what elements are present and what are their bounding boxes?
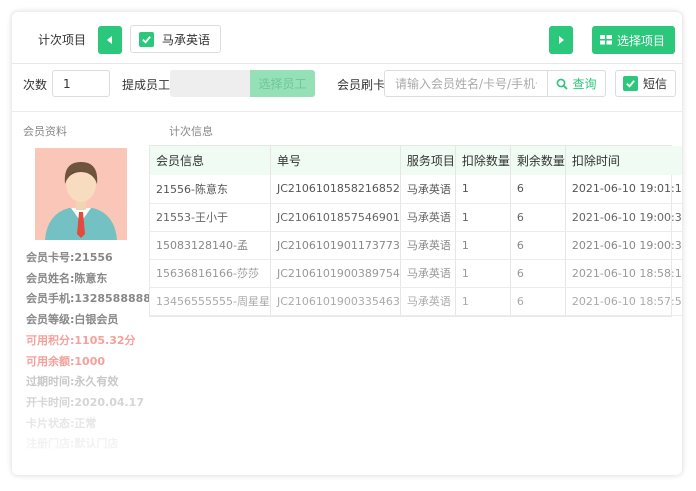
table-row[interactable]: 15083128140-孟 JC2106101901173773 马承英语 1 6 202… [150, 231, 682, 260]
employee-label: 提成员工 [122, 78, 171, 92]
table-cell: 2021-06-10 18:58:19 [565, 259, 682, 288]
query-label: 查询 [572, 77, 597, 91]
count-table: 会员信息 单号 服务项目 扣除数量 剩余数量 扣除时间 21556-陈意东 JC210610… [149, 145, 682, 317]
member-detail-line: 会员等级:白银会员 [26, 313, 119, 327]
table-cell: 2021-06-10 19:00:30 [565, 231, 682, 260]
member-detail-line: 会员手机:13285888885 [26, 292, 159, 306]
member-detail-line: 可用积分:1105.32分 [26, 333, 136, 347]
member-detail-line: 注册门店:默认门店 [26, 437, 119, 451]
table-cell: 6 [510, 203, 566, 232]
table-cell: 21556-陈意东 [150, 175, 271, 204]
table-cell: 6 [510, 287, 566, 316]
table-cell: 1 [455, 231, 511, 260]
table-cell: 2021-06-10 19:00:36 [565, 203, 682, 232]
member-detail-line: 过期时间:永久有效 [26, 375, 119, 389]
grid-icon [600, 35, 612, 45]
count-input[interactable] [52, 70, 110, 97]
member-detail-line: 会员姓名:陈意东 [26, 271, 108, 285]
select-project-button[interactable]: 选择项目 [592, 26, 676, 54]
table-cell: 15083128140-孟 [150, 231, 271, 260]
prev-button[interactable] [98, 26, 122, 54]
table-cell: JC2106101857546901 [270, 203, 401, 232]
table-cell: 6 [510, 231, 566, 260]
table-row[interactable]: 13456555555-周星星 JC2106101900335463 马承英语 1 6 2… [150, 287, 682, 316]
table-cell: 1 [455, 175, 511, 204]
column-header[interactable]: 服务项目 [400, 146, 456, 175]
filter-divider [12, 111, 682, 112]
member-search-input[interactable] [384, 70, 548, 97]
table-header-row: 会员信息 单号 服务项目 扣除数量 剩余数量 扣除时间 [150, 146, 682, 175]
table-row[interactable]: 15636816166-莎莎 JC2106101900389754 马承英语 1 6 20… [150, 259, 682, 288]
column-header[interactable]: 剩余数量 [510, 146, 566, 175]
count-deduct-panel: 计次项目 马承英语 选择项目 次数 提成员工 选择员工 会员刷卡 查询 [12, 12, 682, 475]
member-panel: 会员卡号:21556 会员姓名:陈意东会员手机:13285888885 会员等级:白… [20, 145, 159, 465]
table-cell: 2021-06-10 18:57:51 [565, 287, 682, 316]
table-cell: 13456555555-周星星 [150, 287, 271, 316]
sms-label: 短信 [643, 77, 668, 91]
project-chip[interactable]: 马承英语 [130, 25, 222, 53]
member-card-label: 会员刷卡 [337, 78, 386, 92]
caret-left-icon [107, 36, 112, 44]
table-cell: 6 [510, 175, 566, 204]
column-header[interactable]: 单号 [270, 146, 401, 175]
table-cell: 6 [510, 259, 566, 288]
table-cell: JC2106101900389754 [270, 259, 401, 288]
table-cell: 马承英语 [400, 287, 456, 316]
project-chip-label: 马承英语 [162, 32, 211, 47]
sms-checkbox-icon[interactable] [623, 76, 638, 91]
checkbox-checked-icon[interactable] [139, 31, 154, 47]
member-detail-line: 开卡时间:2020.04.17 [26, 395, 144, 409]
member-detail-line: 卡片状态:正常 [26, 416, 97, 430]
table-row[interactable]: 21553-王小于 JC2106101857546901 马承英语 1 6 2021-06… [150, 203, 682, 232]
count-label: 次数 [23, 78, 48, 92]
member-details: 会员卡号:21556 会员姓名:陈意东会员手机:13285888885 会员等级:白… [26, 248, 159, 455]
table-cell: 1 [455, 287, 511, 316]
member-detail-line: 会员卡号:21556 [26, 251, 113, 264]
member-info-title: 会员资料 [23, 125, 67, 138]
table-cell: 马承英语 [400, 203, 456, 232]
select-project-label: 选择项目 [617, 33, 666, 48]
table-row[interactable]: 21556-陈意东 JC2106101858216852 马承英语 1 6 2021-06… [150, 175, 682, 204]
avatar [35, 148, 127, 240]
column-header[interactable]: 会员信息 [150, 146, 271, 175]
column-header[interactable]: 扣除时间 [565, 146, 682, 175]
next-button[interactable] [549, 26, 573, 54]
table-cell: JC2106101900335463 [270, 287, 401, 316]
caret-right-icon [559, 36, 564, 44]
member-detail-line: 可用余额:1000 [26, 354, 106, 368]
table-cell: 15636816166-莎莎 [150, 259, 271, 288]
sms-toggle[interactable]: 短信 [615, 70, 677, 97]
table-cell: 1 [455, 259, 511, 288]
select-employee-button[interactable]: 选择员工 [250, 70, 315, 97]
table-cell: JC2106101858216852 [270, 175, 401, 204]
employee-field[interactable] [170, 70, 250, 97]
search-icon [557, 78, 569, 90]
project-label: 计次项目 [38, 33, 87, 47]
table-cell: JC2106101901173773 [270, 231, 401, 260]
query-button[interactable]: 查询 [548, 70, 606, 97]
table-cell: 马承英语 [400, 231, 456, 260]
table-cell: 马承英语 [400, 175, 456, 204]
top-divider [12, 63, 682, 64]
table-cell: 2021-06-10 19:01:14 [565, 175, 682, 204]
user-avatar-icon [35, 148, 127, 240]
table-cell: 1 [455, 203, 511, 232]
table-cell: 马承英语 [400, 259, 456, 288]
table-cell: 21553-王小于 [150, 203, 271, 232]
count-info-title: 计次信息 [169, 125, 213, 138]
column-header[interactable]: 扣除数量 [455, 146, 511, 175]
